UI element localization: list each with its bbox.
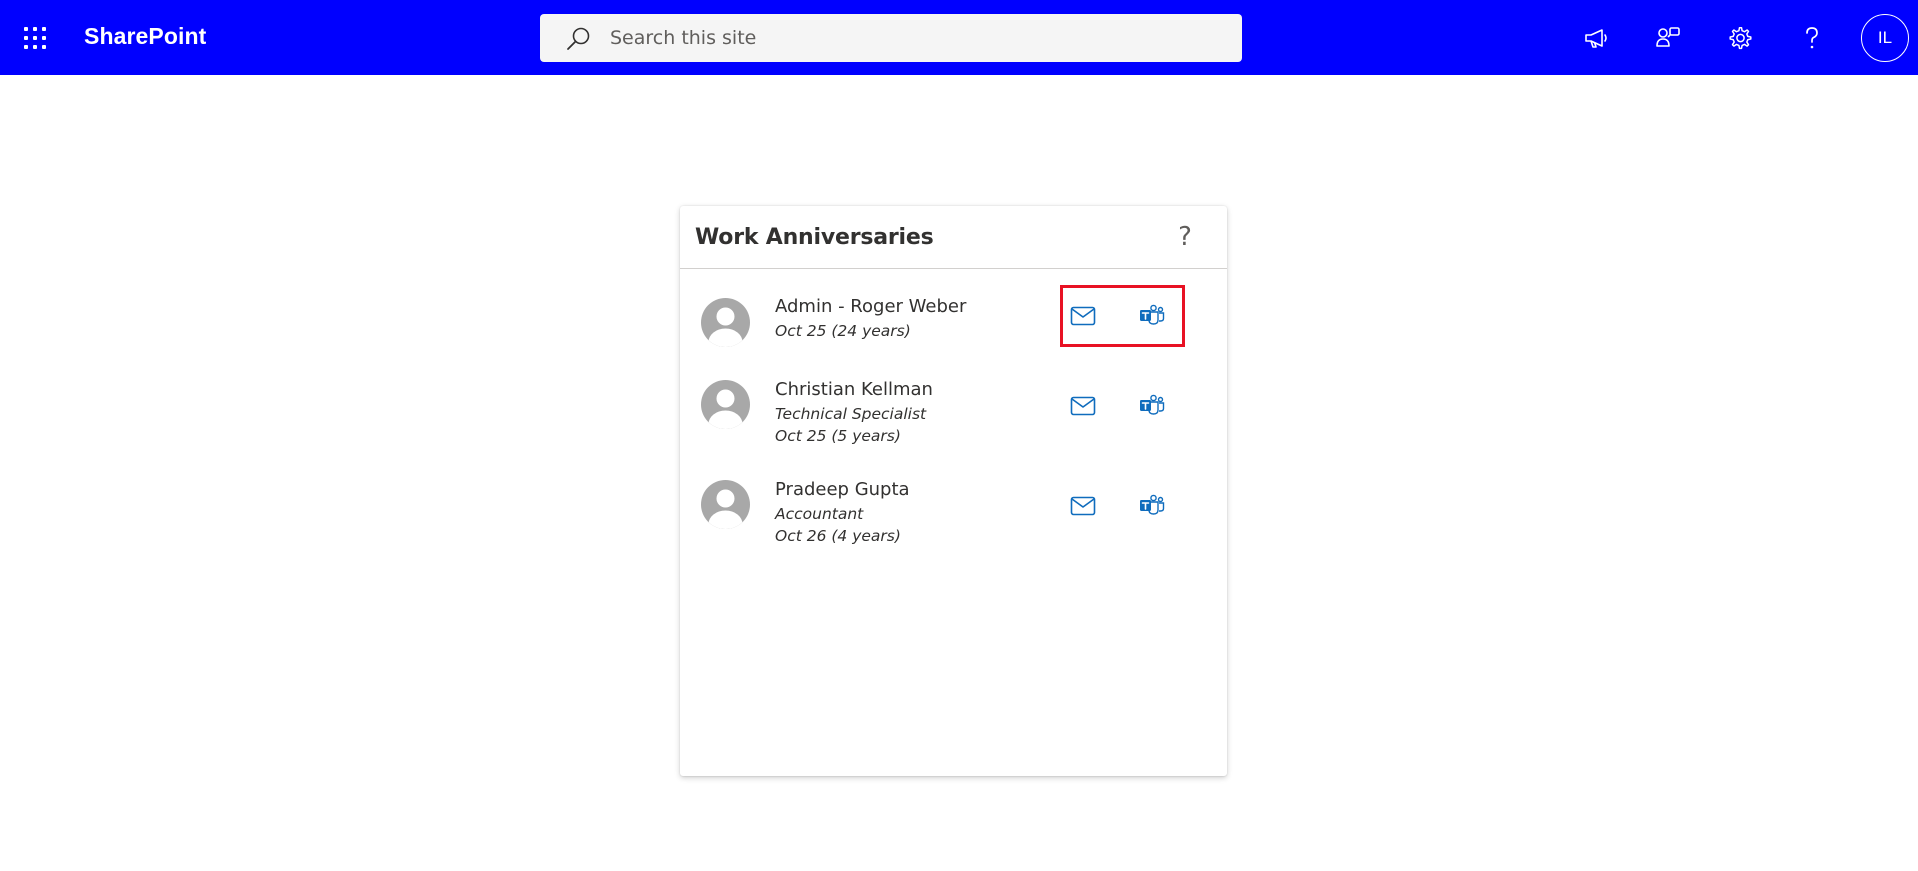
webpart-help-button[interactable]: ? <box>1170 220 1200 254</box>
suite-bar: SharePoint IL <box>0 0 1918 75</box>
person-row: Christian Kellman Technical Specialist O… <box>680 363 1227 458</box>
person-name: Pradeep Gupta <box>775 479 910 500</box>
work-anniversaries-webpart: Work Anniversaries ? Admin - Roger Weber… <box>680 206 1227 776</box>
person-avatar-icon <box>701 298 750 347</box>
sharepoint-brand-link[interactable]: SharePoint <box>84 23 206 50</box>
email-mail-icon[interactable] <box>1063 486 1103 526</box>
person-row: Admin - Roger Weber Oct 25 (24 years) <box>680 279 1227 351</box>
person-row: Pradeep Gupta Accountant Oct 26 (4 years… <box>680 463 1227 558</box>
gear-icon[interactable] <box>1722 20 1758 56</box>
account-avatar-button[interactable]: IL <box>1861 14 1909 62</box>
person-name: Christian Kellman <box>775 379 933 400</box>
search-icon <box>567 27 590 50</box>
search-input[interactable] <box>610 14 1210 62</box>
email-mail-icon[interactable] <box>1063 296 1103 336</box>
teams-chat-icon[interactable] <box>1132 296 1172 336</box>
teams-chat-icon[interactable] <box>1132 486 1172 526</box>
person-avatar-icon <box>701 380 750 429</box>
person-anniversary: Oct 26 (4 years) <box>775 527 901 545</box>
teams-chat-icon[interactable] <box>1132 386 1172 426</box>
people-connection-icon[interactable] <box>1650 20 1686 56</box>
person-job-title: Technical Specialist <box>775 405 927 423</box>
person-anniversary: Oct 25 (24 years) <box>775 322 911 340</box>
app-launcher-waffle-icon[interactable] <box>18 22 52 56</box>
webpart-header: Work Anniversaries ? <box>680 206 1227 269</box>
person-anniversary: Oct 25 (5 years) <box>775 427 901 445</box>
person-job-title: Accountant <box>775 505 864 523</box>
webpart-title: Work Anniversaries <box>695 225 934 250</box>
email-mail-icon[interactable] <box>1063 386 1103 426</box>
search-box[interactable] <box>540 14 1242 62</box>
help-question-icon[interactable] <box>1794 20 1830 56</box>
person-name: Admin - Roger Weber <box>775 296 967 317</box>
megaphone-icon[interactable] <box>1578 20 1614 56</box>
person-avatar-icon <box>701 480 750 529</box>
